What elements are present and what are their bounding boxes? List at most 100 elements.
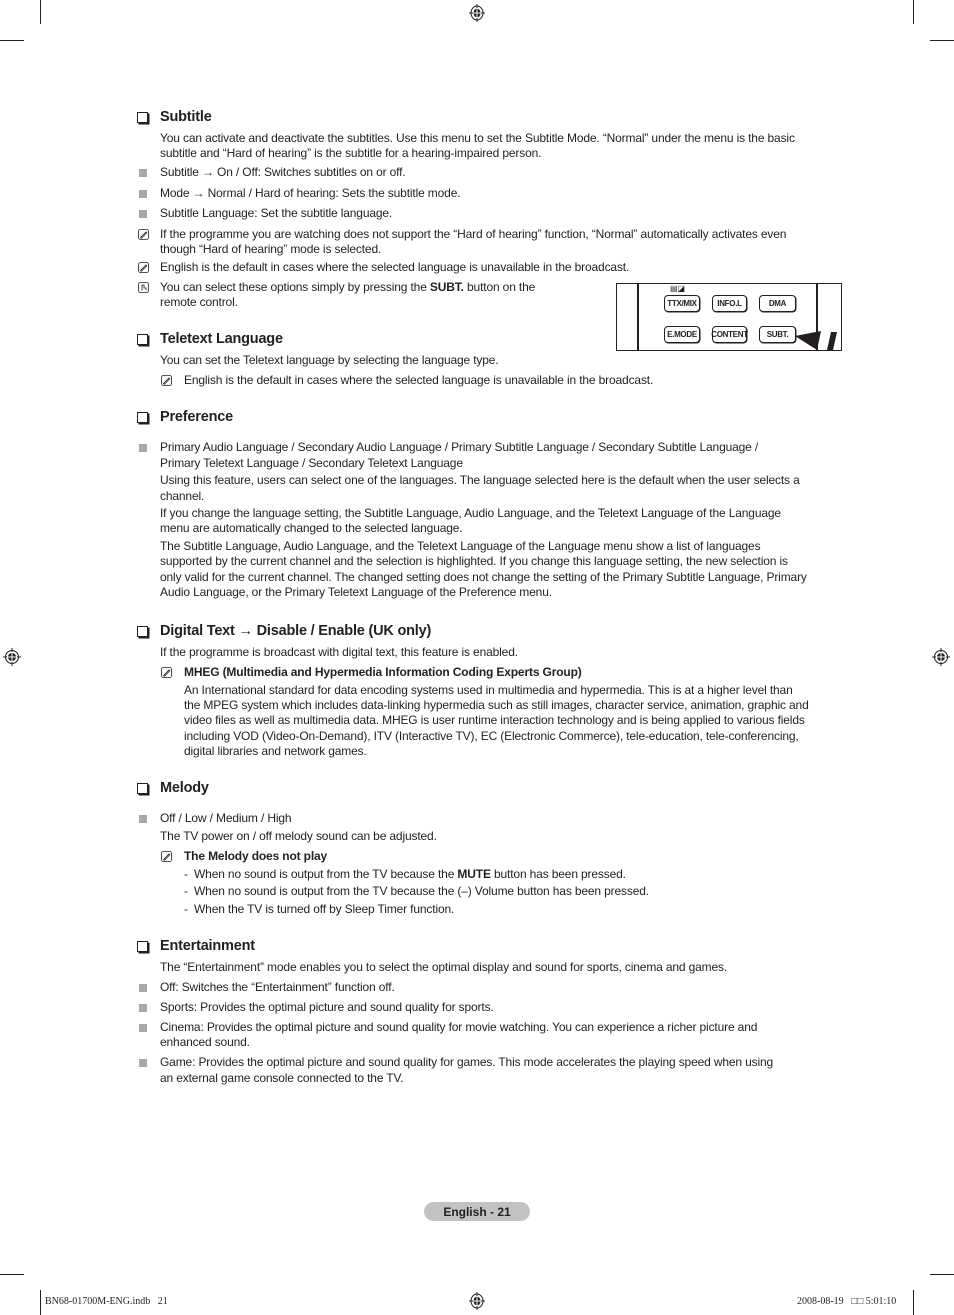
body-text: Using this feature, users can select one…	[160, 473, 800, 487]
remote-button-info: INFO.L	[712, 295, 747, 312]
note-pencil-icon	[161, 851, 172, 862]
mute-label: MUTE	[457, 867, 491, 881]
body-text: video files as well as multimedia data. …	[184, 713, 805, 727]
bullet-icon	[139, 984, 147, 992]
registration-mark-icon	[932, 648, 950, 666]
subt-button-label: SUBT.	[429, 280, 464, 294]
page-number-badge: English - 21	[424, 1202, 530, 1221]
body-text: The “Entertainment” mode enables you to …	[160, 960, 728, 974]
list-item: Subtitle → On / Off: Switches subtitles …	[160, 165, 406, 179]
body-text: If you change the language setting, the …	[160, 506, 781, 520]
crop-mark	[930, 40, 954, 41]
crop-mark	[40, 1290, 41, 1315]
note-pencil-icon	[161, 667, 172, 678]
note-pencil-icon	[138, 262, 149, 273]
dash-marker: -	[184, 867, 188, 881]
crop-mark	[913, 1290, 914, 1315]
list-item: When no sound is output from the TV beca…	[194, 867, 626, 883]
bullet-icon	[139, 815, 147, 823]
text-segment: button has been pressed.	[490, 867, 626, 881]
text-segment: button on the	[463, 280, 536, 294]
section-heading-subtitle: Subtitle	[137, 109, 212, 125]
checkbox-icon	[137, 625, 148, 637]
crop-mark	[0, 40, 24, 41]
body-text: digital libraries and network games.	[184, 744, 367, 758]
remote-button-ttx-mix: TTX/MIX	[664, 295, 700, 312]
bullet-icon	[139, 1004, 147, 1012]
checkbox-icon	[137, 411, 148, 423]
list-item: Primary Audio Language / Secondary Audio…	[160, 440, 759, 454]
body-text: menu are automatically changed to the se…	[160, 521, 463, 535]
remote-hand-icon	[138, 282, 149, 293]
section-heading-preference: Preference	[137, 409, 233, 425]
list-item: Game: Provides the optimal picture and s…	[160, 1055, 774, 1069]
remote-button-content: CONTENT	[711, 326, 748, 343]
body-text: channel.	[160, 489, 205, 503]
body-text: An International standard for data encod…	[184, 683, 793, 697]
list-item: Sports: Provides the optimal picture and…	[160, 1000, 494, 1014]
dash-marker: -	[184, 884, 188, 898]
checkbox-icon	[137, 782, 148, 794]
remote-button-dma: DMA	[759, 295, 796, 312]
list-item: Subtitle Language: Set the subtitle lang…	[160, 206, 393, 220]
heading-text: Entertainment	[160, 938, 255, 954]
bullet-icon	[139, 190, 147, 198]
note-text: English is the default in cases where th…	[160, 260, 630, 274]
note-text: If the programme you are watching does n…	[160, 227, 787, 241]
body-text: only valid for the current channel. The …	[160, 570, 807, 584]
file-info: BN68-01700M-ENG.indb 21	[45, 1296, 168, 1307]
crop-mark	[0, 1274, 24, 1275]
remote-edge	[637, 284, 639, 350]
heading-text: Melody	[160, 780, 209, 796]
section-heading-teletext: Teletext Language	[137, 331, 283, 347]
list-item: When the TV is turned off by Sleep Timer…	[194, 902, 455, 916]
body-text: supported by the current channel and the…	[160, 554, 788, 568]
list-item: enhanced sound.	[160, 1035, 250, 1049]
body-text: If the programme is broadcast with digit…	[160, 645, 518, 659]
list-item: Mode → Normal / Hard of hearing: Sets th…	[160, 186, 461, 200]
bullet-icon	[139, 169, 147, 177]
body-text: including VOD (Video-On-Demand), ITV (In…	[184, 729, 799, 743]
note-title: MHEG (Multimedia and Hypermedia Informat…	[184, 665, 582, 679]
bullet-icon	[139, 210, 147, 218]
list-item: Cinema: Provides the optimal picture and…	[160, 1020, 758, 1034]
note-pencil-icon	[161, 375, 172, 386]
bullet-icon	[139, 1024, 147, 1032]
text-segment: When no sound is output from the TV beca…	[194, 867, 458, 881]
body-text: Audio Language, or the Primary Teletext …	[160, 585, 552, 599]
pointer-arrow-icon	[795, 331, 837, 350]
list-item: Off / Low / Medium / High	[160, 811, 292, 825]
registration-mark-icon	[468, 4, 485, 22]
bullet-icon	[139, 444, 147, 452]
checkbox-icon	[137, 333, 148, 345]
heading-text: Digital Text → Disable / Enable (UK only…	[160, 623, 432, 639]
remote-note-text: remote control.	[160, 295, 238, 309]
remote-button-subt: SUBT.	[759, 326, 796, 343]
body-text: The Subtitle Language, Audio Language, a…	[160, 539, 761, 553]
crop-mark	[930, 1274, 954, 1275]
list-item: Off: Switches the “Entertainment” functi…	[160, 980, 395, 994]
list-item: Primary Teletext Language / Secondary Te…	[160, 456, 463, 470]
section-heading-entertainment: Entertainment	[137, 938, 255, 954]
teletext-mix-icon: ▤◪	[670, 284, 686, 293]
note-text: though “Hard of hearing” mode is selecte…	[160, 242, 382, 256]
heading-text: Teletext Language	[160, 331, 283, 347]
remote-button-emode: E.MODE	[664, 326, 700, 343]
section-heading-digital-text: Digital Text → Disable / Enable (UK only…	[137, 623, 431, 639]
remote-note-text: You can select these options simply by p…	[160, 280, 535, 296]
body-text: The TV power on / off melody sound can b…	[160, 829, 437, 843]
crop-mark	[913, 0, 914, 24]
body-text: subtitle and “Hard of hearing” is the su…	[160, 146, 542, 160]
checkbox-icon	[137, 940, 148, 952]
note-title: The Melody does not play	[184, 849, 328, 863]
note-pencil-icon	[138, 229, 149, 240]
dash-marker: -	[184, 902, 188, 916]
heading-text: Subtitle	[160, 109, 212, 125]
section-heading-melody: Melody	[137, 780, 209, 796]
crop-mark	[40, 0, 41, 24]
note-text: English is the default in cases where th…	[184, 373, 654, 387]
registration-mark-icon	[3, 648, 21, 666]
print-timestamp: 2008-08-19 □□ 5:01:10	[797, 1296, 897, 1307]
remote-control-illustration: ▤◪ TTX/MIX INFO.L DMA E.MODE CONTENT SUB…	[616, 283, 842, 351]
list-item: an external game console connected to th…	[160, 1071, 404, 1085]
